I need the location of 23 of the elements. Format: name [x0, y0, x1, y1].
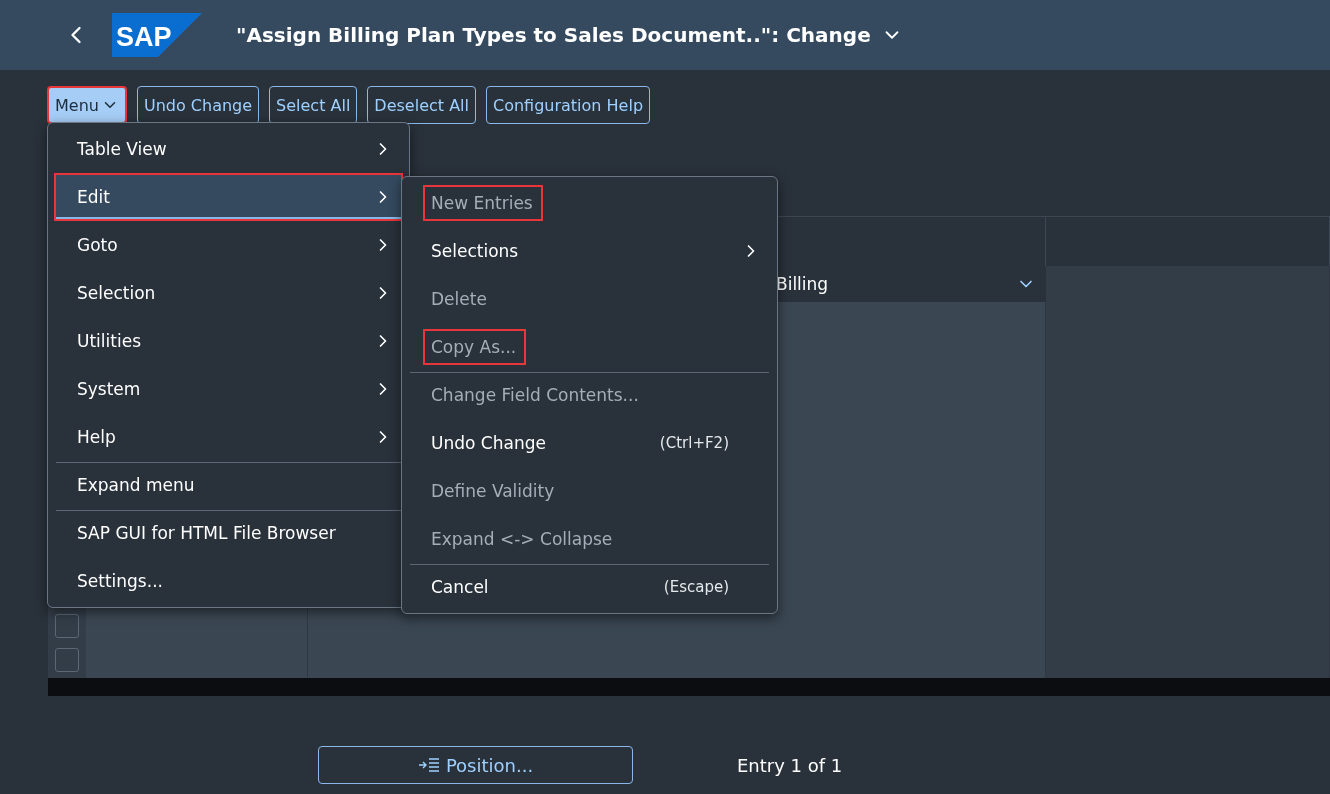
menu-item[interactable]: Cancel (Escape) [408, 563, 771, 611]
menu-item[interactable]: System [54, 365, 403, 413]
row-checkbox[interactable] [55, 614, 79, 638]
menu-item[interactable]: Expand menu [54, 461, 403, 509]
menu-item[interactable]: Help [54, 413, 403, 461]
menu-item[interactable]: Selection [54, 269, 403, 317]
menu-button[interactable]: Menu [47, 86, 127, 124]
indent-list-icon [417, 757, 440, 773]
menu-item[interactable]: Edit [54, 173, 403, 221]
menu-item[interactable]: Table View [54, 125, 403, 173]
menu-item[interactable]: Utilities [54, 317, 403, 365]
entry-count: Entry 1 of 1 [737, 754, 843, 776]
menu-item[interactable]: Undo Change (Ctrl+F2) [408, 419, 771, 467]
page-title[interactable]: "Assign Billing Plan Types to Sales Document..": Change [236, 23, 903, 47]
position-button[interactable]: Position... [318, 746, 633, 784]
toolbar-button[interactable]: Configuration Help [486, 86, 651, 124]
row-checkbox[interactable] [55, 648, 79, 672]
logo: SAP [112, 13, 202, 57]
dropdown-field[interactable]: Billing [776, 266, 1046, 302]
menu-item[interactable]: Selections [408, 227, 771, 275]
menu-item[interactable]: Goto [54, 221, 403, 269]
menu-item[interactable]: SAP GUI for HTML File Browser [54, 509, 403, 557]
menu-item[interactable]: Settings... [54, 557, 403, 605]
